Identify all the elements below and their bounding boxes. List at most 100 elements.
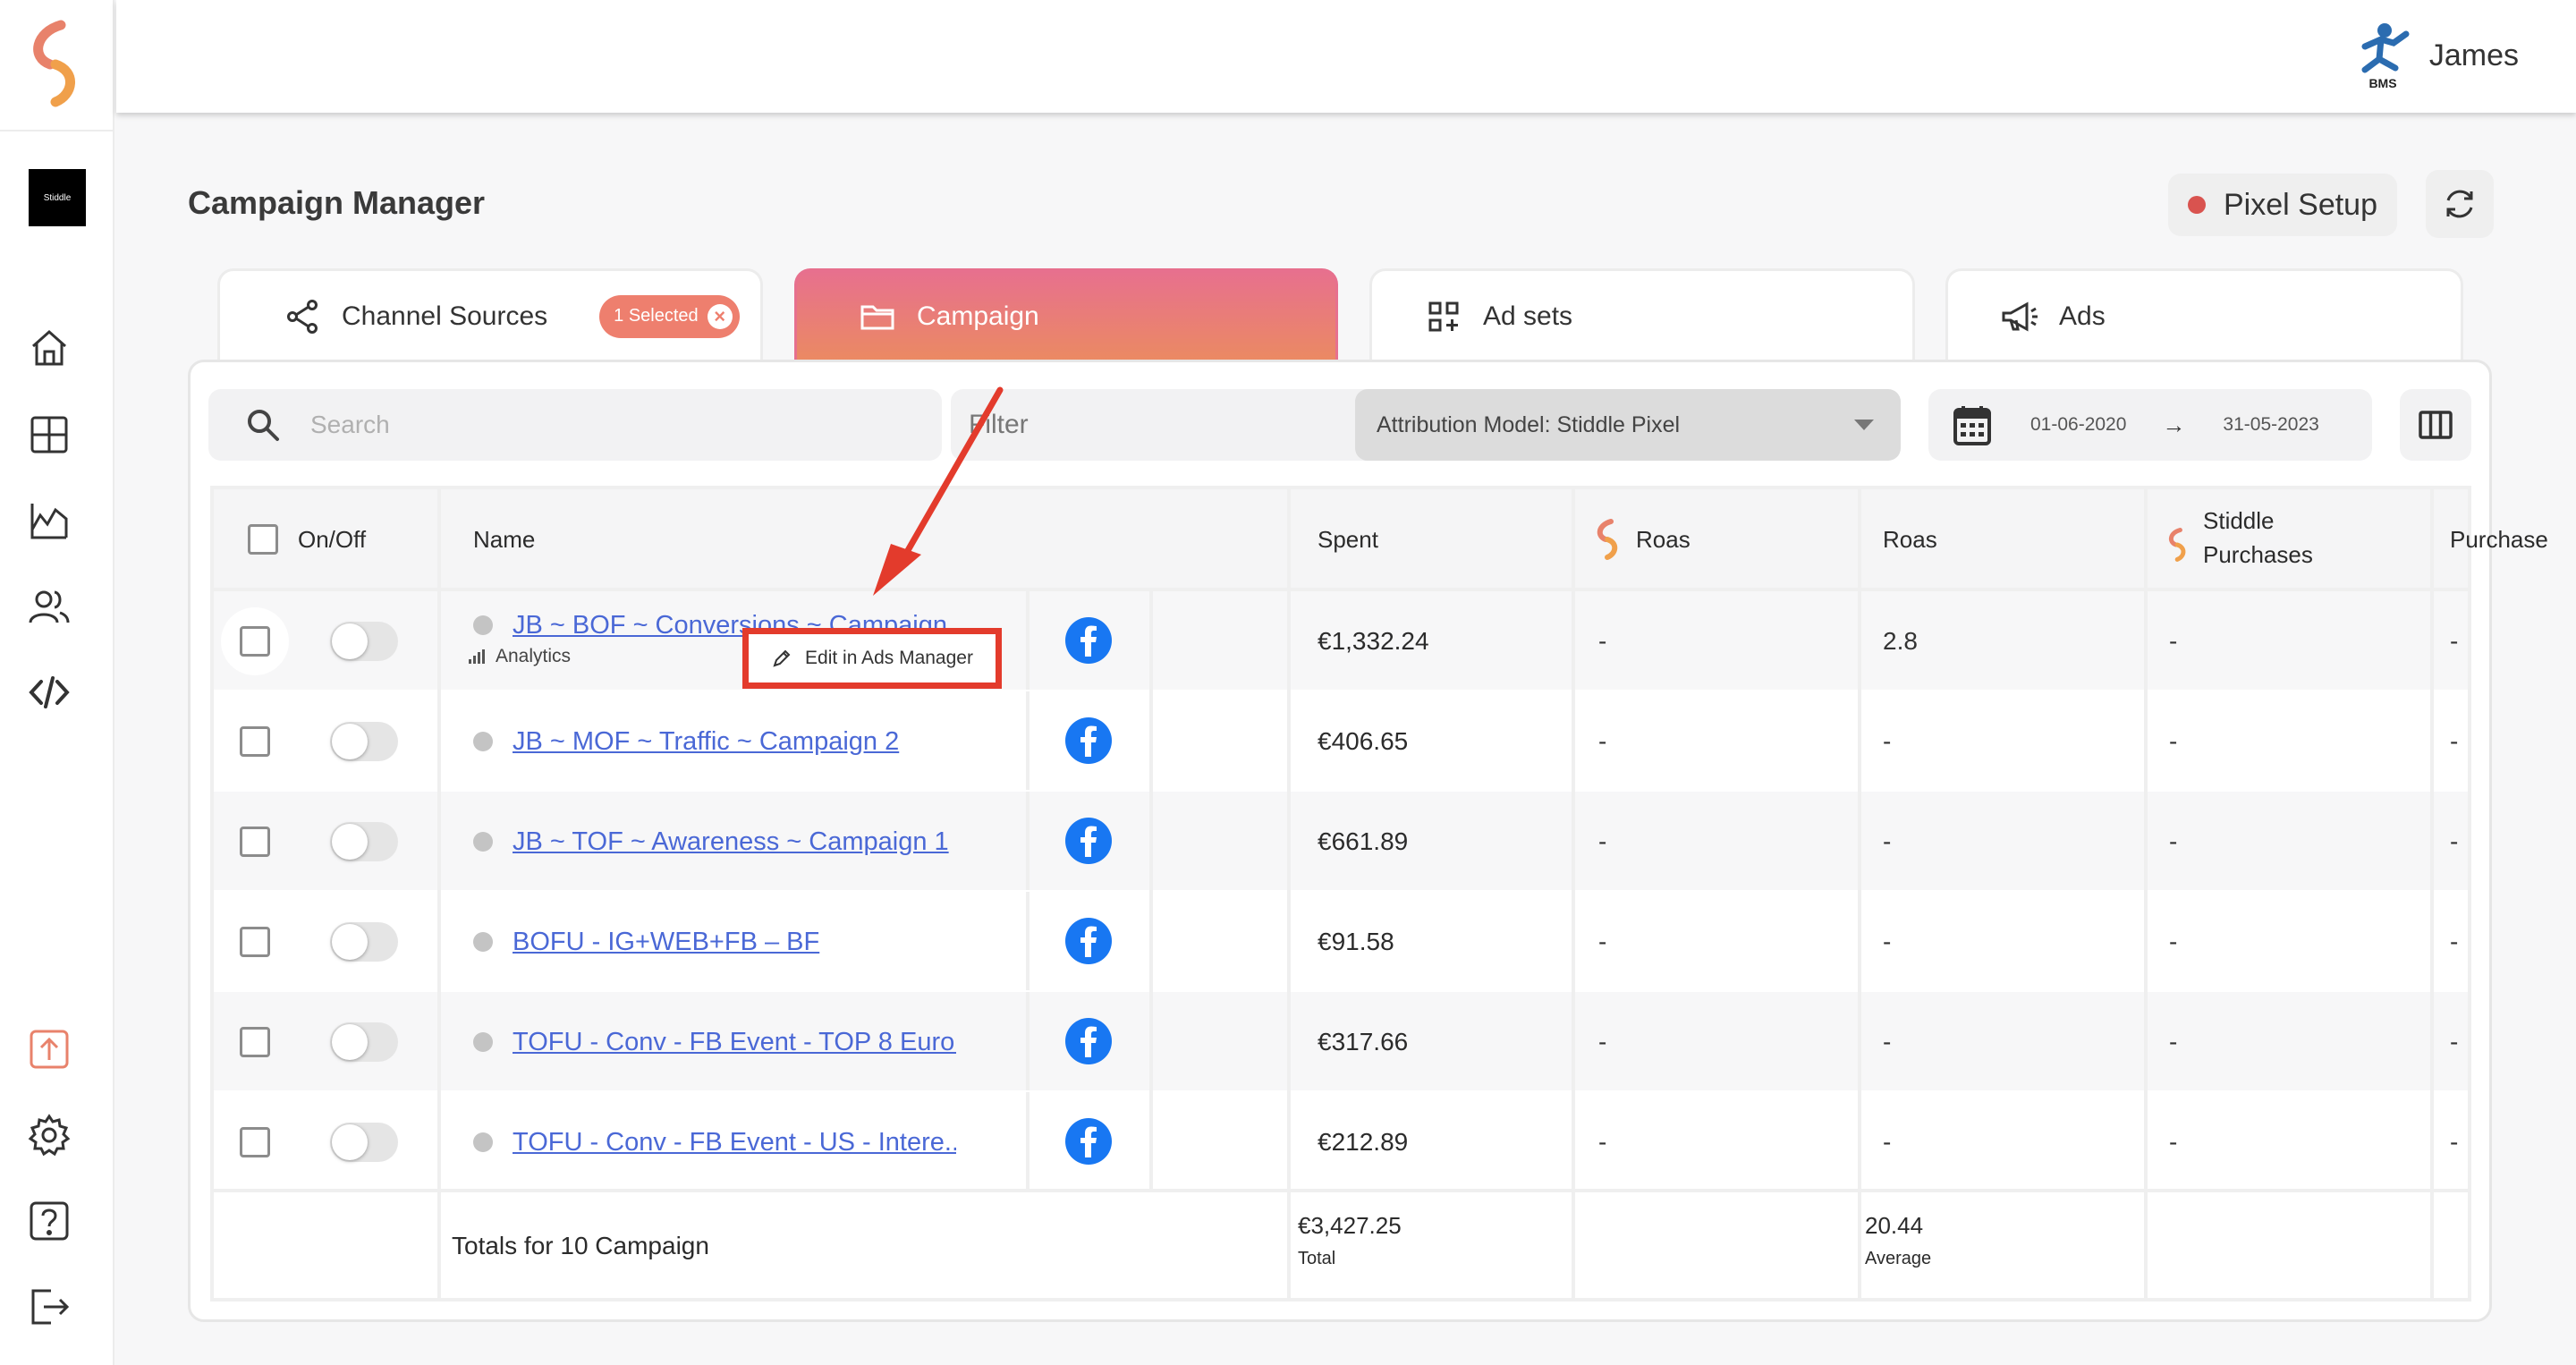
column-header-spent[interactable]: Spent <box>1318 521 1378 557</box>
divider <box>437 489 441 1298</box>
campaign-name-link[interactable]: TOFU - Conv - FB Event - US - Intere... <box>513 1128 956 1157</box>
campaign-name-link[interactable]: JB ~ TOF ~ Awareness ~ Campaign 1 <box>513 827 949 857</box>
edit-in-ads-manager-button[interactable]: Edit in Ads Manager <box>742 628 1002 689</box>
pixel-setup-button[interactable]: Pixel Setup <box>2168 174 2397 236</box>
row-checkbox[interactable] <box>240 827 270 857</box>
row-checkbox-wrap <box>221 607 289 675</box>
column-header-name[interactable]: Name <box>473 521 535 557</box>
column-header-onoff: On/Off <box>298 525 367 553</box>
megaphone-icon <box>2000 297 2039 336</box>
row-platform-cell <box>1065 1118 1112 1165</box>
campaign-on-off-toggle[interactable] <box>330 1022 398 1062</box>
divider <box>1858 489 1861 1298</box>
totals-label: Totals for 10 Campaign <box>452 1232 709 1259</box>
settings-icon[interactable] <box>27 1113 72 1157</box>
stiddle-logo-icon <box>2168 528 2186 562</box>
clear-selection-icon[interactable]: × <box>707 303 733 329</box>
row-stiddle-purchases: - <box>2169 627 2178 655</box>
analytics-link[interactable]: Analytics <box>469 646 571 667</box>
page-title: Campaign Manager <box>188 184 486 221</box>
row-checkbox[interactable] <box>240 1027 270 1057</box>
row-platform-cell <box>1065 918 1112 964</box>
row-name-cell: JB ~ TOF ~ Awareness ~ Campaign 1 <box>473 822 956 861</box>
row-stiddle-roas: - <box>1598 727 1607 755</box>
campaign-on-off-toggle[interactable] <box>330 622 398 661</box>
column-header-stiddle-roas[interactable]: Roas <box>1593 518 1690 561</box>
home-icon[interactable] <box>27 326 72 370</box>
attribution-model-select[interactable]: Attribution Model: Stiddle Pixel <box>1355 389 1901 461</box>
chart-icon[interactable] <box>27 498 72 543</box>
header-label: Roas <box>1636 525 1690 553</box>
campaign-name-link[interactable]: TOFU - Conv - FB Event - TOP 8 Euro... <box>513 1028 956 1057</box>
row-checkbox-wrap <box>221 808 289 876</box>
dashboard-icon[interactable] <box>27 412 72 457</box>
row-checkbox[interactable] <box>240 626 270 657</box>
totals-spent-value: €3,427.25 <box>1298 1212 1402 1239</box>
campaign-name-link[interactable]: JB ~ MOF ~ Traffic ~ Campaign 2 <box>513 727 899 757</box>
selected-badge[interactable]: 1 Selected × <box>599 294 740 338</box>
facebook-icon[interactable] <box>1065 818 1112 864</box>
row-platform-cell <box>1065 818 1112 864</box>
row-purchase: - <box>2450 627 2459 655</box>
row-stiddle-purchases: - <box>2169 727 2178 755</box>
divider <box>1026 1092 1030 1191</box>
row-spent: €1,332.24 <box>1318 627 1429 655</box>
column-header-purchase[interactable]: Purchase <box>2450 521 2548 557</box>
row-stiddle-roas: - <box>1598 1128 1607 1156</box>
facebook-icon[interactable] <box>1065 1018 1112 1064</box>
refresh-icon <box>2446 190 2473 218</box>
divider <box>1149 792 1153 890</box>
row-checkbox-wrap <box>221 1108 289 1176</box>
row-toggle-cell <box>330 922 398 962</box>
row-stiddle-roas: - <box>1598 827 1607 855</box>
row-stiddle-purchases: - <box>2169 827 2178 855</box>
campaign-panel: Search Filter Attribution Model: Stiddle… <box>188 360 2548 1322</box>
upload-icon[interactable] <box>27 1027 72 1072</box>
status-dot <box>473 1132 493 1152</box>
app-logo[interactable] <box>25 20 89 107</box>
row-spent: €661.89 <box>1318 827 1409 855</box>
facebook-icon[interactable] <box>1065 617 1112 664</box>
row-checkbox[interactable] <box>240 927 270 957</box>
column-header-roas[interactable]: Roas <box>1883 521 1937 557</box>
code-icon[interactable] <box>27 670 72 715</box>
row-name-cell: TOFU - Conv - FB Event - TOP 8 Euro... <box>473 1022 956 1062</box>
facebook-icon[interactable] <box>1065 717 1112 764</box>
select-all-checkbox[interactable] <box>248 524 278 555</box>
columns-button[interactable] <box>2400 389 2471 461</box>
date-range-picker[interactable]: 01-06-2020 → 31-05-2023 <box>1928 389 2372 461</box>
workspace-logo[interactable]: Stiddle <box>29 169 86 226</box>
row-select-cell <box>221 808 289 876</box>
row-stiddle-purchases: - <box>2169 928 2178 955</box>
row-platform-cell <box>1065 617 1112 664</box>
facebook-icon[interactable] <box>1065 1118 1112 1165</box>
totals-roas: 20.44 Average <box>1865 1212 1931 1269</box>
tab-campaign[interactable]: Campaign <box>794 268 1338 361</box>
row-checkbox[interactable] <box>240 1127 270 1157</box>
row-purchase: - <box>2450 827 2459 855</box>
row-toggle-cell <box>330 822 398 861</box>
tab-channel-sources[interactable]: Channel Sources 1 Selected × <box>217 268 763 361</box>
search-input[interactable]: Search <box>208 389 942 461</box>
row-checkbox[interactable] <box>240 726 270 757</box>
campaign-on-off-toggle[interactable] <box>330 822 398 861</box>
row-toggle-cell <box>330 1123 398 1162</box>
facebook-icon[interactable] <box>1065 918 1112 964</box>
select-all-cell: On/Off <box>248 521 366 557</box>
campaign-on-off-toggle[interactable] <box>330 1123 398 1162</box>
search-icon <box>248 410 279 441</box>
campaign-on-off-toggle[interactable] <box>330 922 398 962</box>
refresh-button[interactable] <box>2426 170 2494 238</box>
campaign-name-link[interactable]: BOFU - IG+WEB+FB – BF <box>513 928 819 957</box>
logout-icon[interactable] <box>27 1284 72 1329</box>
users-icon[interactable] <box>27 584 72 629</box>
tab-ads[interactable]: Ads <box>1945 268 2463 361</box>
user-menu[interactable]: BMS James <box>2354 20 2519 91</box>
help-icon[interactable] <box>27 1199 72 1243</box>
tab-ad-sets[interactable]: Ad sets <box>1369 268 1915 361</box>
campaign-on-off-toggle[interactable] <box>330 722 398 761</box>
column-header-stiddle-purchases[interactable]: Stiddle Purchases <box>2165 502 2337 573</box>
row-checkbox-wrap <box>221 908 289 976</box>
divider <box>1149 691 1153 790</box>
search-placeholder: Search <box>310 411 390 438</box>
